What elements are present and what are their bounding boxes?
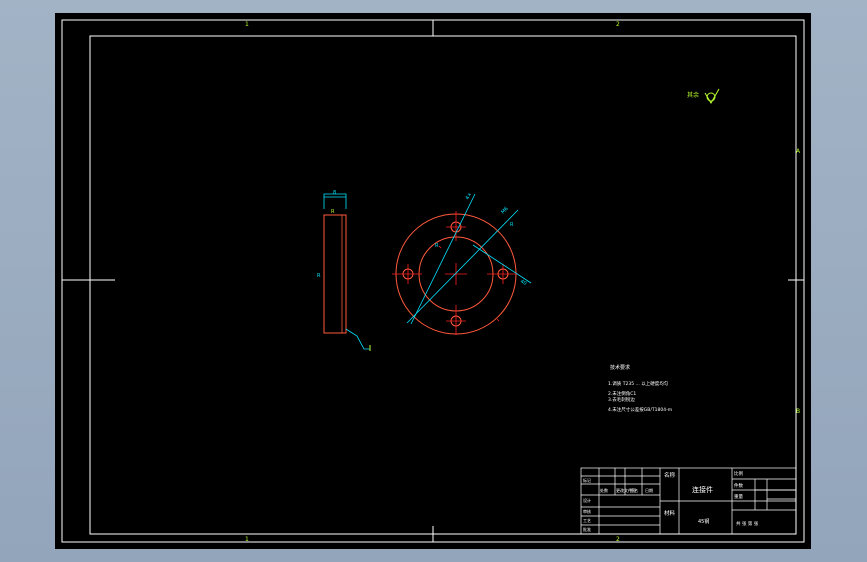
thread-dim: M6 bbox=[500, 206, 510, 216]
zone-mark-bottom-2: 2 bbox=[616, 536, 620, 543]
material-value: 45钢 bbox=[698, 518, 709, 525]
header-date: 日期 bbox=[645, 487, 653, 493]
sheet-inner-frame bbox=[89, 35, 797, 535]
header-mark: 标记 bbox=[583, 477, 591, 483]
drawing-canvas[interactable]: 1 2 1 2 A B 其余 8 R R 4× M6 R 40 R 技术要求 1… bbox=[55, 13, 811, 549]
notes-line-1: 1.调质 T235 ... 以上硬度均匀 bbox=[608, 380, 669, 387]
roughness-label: 其余 bbox=[687, 91, 699, 99]
side-view-radius-label: R bbox=[331, 209, 335, 215]
technical-notes: 技术要求 1.调质 T235 ... 以上硬度均匀 2.未注倒角C1 3.去毛刺… bbox=[608, 364, 672, 413]
header-signature: 签名 bbox=[630, 487, 638, 493]
cad-viewport[interactable]: 1 2 1 2 A B 其余 8 R R 4× M6 R 40 R 技术要求 1… bbox=[55, 13, 811, 549]
part-name: 连接件 bbox=[692, 485, 713, 494]
zone-mark-bottom-1: 1 bbox=[245, 536, 249, 543]
zone-mark-top-2: 2 bbox=[616, 21, 620, 28]
front-view: 4× M6 R 40 R bbox=[392, 192, 532, 335]
roughness-symbol-icon bbox=[704, 88, 720, 104]
title-block bbox=[580, 467, 797, 535]
zone-mark-right-b: B bbox=[796, 408, 800, 415]
header-count: 处数 bbox=[600, 487, 608, 493]
zone-mark-right-a: A bbox=[796, 148, 801, 155]
radius-dim: R bbox=[510, 222, 514, 228]
side-view-side-label: R bbox=[317, 273, 321, 279]
row-process: 工艺 bbox=[583, 518, 591, 523]
material-label: 材料 bbox=[664, 509, 676, 517]
zone-mark-top-1: 1 bbox=[245, 21, 249, 28]
sheet-count: 共 张 第 张 bbox=[736, 520, 759, 527]
notes-line-3: 3.去毛刺锐边 bbox=[608, 396, 635, 403]
qty-label: 件数 bbox=[734, 482, 743, 489]
side-view-thickness-dim: 8 bbox=[333, 190, 336, 196]
notes-line-2: 2.未注倒角C1 bbox=[608, 390, 636, 397]
inner-radius-dim: R bbox=[435, 243, 439, 249]
scale-label: 比例 bbox=[734, 470, 743, 477]
notes-line-4: 4.未注尺寸公差按GB/T1804-m bbox=[608, 406, 672, 413]
row-review: 审核 bbox=[583, 508, 591, 514]
side-view: 8 R R bbox=[317, 190, 371, 351]
name-label: 名称 bbox=[664, 471, 676, 479]
weight-label: 重量 bbox=[734, 493, 743, 500]
row-design: 设计 bbox=[583, 497, 591, 503]
row-approve: 批准 bbox=[583, 526, 591, 532]
notes-title: 技术要求 bbox=[610, 364, 630, 371]
